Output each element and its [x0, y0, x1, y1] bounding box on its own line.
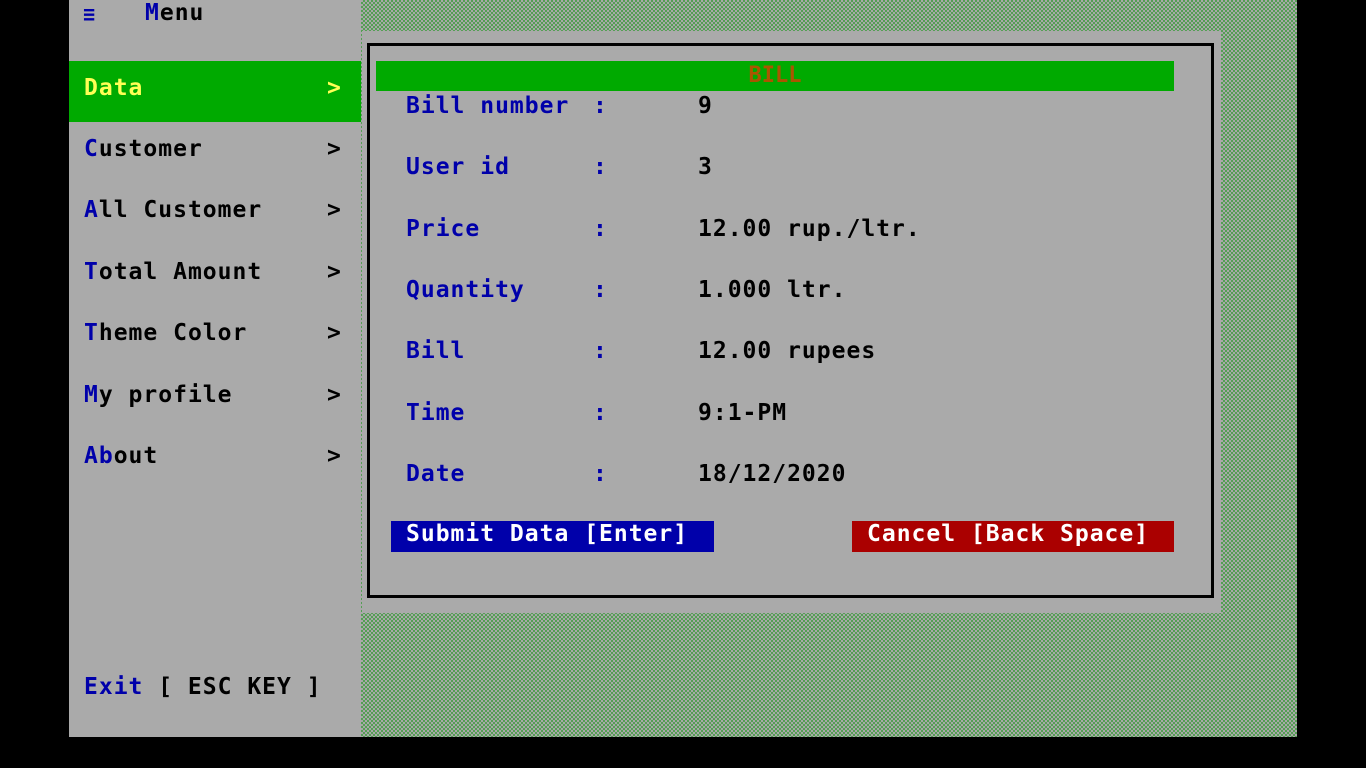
field-label-quantity: Quantity [406, 277, 525, 303]
cancel-label: Cancel [Back Space] [867, 521, 1150, 547]
field-separator: : [593, 154, 608, 180]
menu-title-hotkey: M [145, 0, 160, 26]
sidebar-item-label-rest: out [113, 443, 159, 469]
sidebar-item-hotkey: Ab [84, 443, 114, 469]
field-label-date: Date [406, 461, 466, 487]
field-label-user-id: User id [406, 154, 510, 180]
exit-key-hint: [ ESC KEY ] [143, 674, 322, 700]
sidebar-item-hotkey: A [84, 197, 99, 223]
menu-title: Menu [145, 0, 204, 26]
sidebar-item-about[interactable]: About > [69, 429, 361, 490]
sidebar-item-label: About [84, 443, 158, 469]
menu-title-rest: enu [159, 0, 205, 26]
sidebar-item-hotkey: T [84, 320, 99, 346]
field-value-bill-number: 9 [698, 93, 713, 119]
sidebar-item-hotkey: M [84, 382, 99, 408]
panel-title-bar: BILL [376, 61, 1174, 91]
sidebar-item-hotkey: D [84, 75, 99, 101]
field-separator: : [593, 461, 608, 487]
sidebar-item-label: Total Amount [84, 259, 262, 285]
field-separator: : [593, 93, 608, 119]
cancel-button[interactable]: Cancel [Back Space] [852, 521, 1174, 552]
exit-button[interactable]: Exit [ ESC KEY ] [84, 674, 322, 700]
chevron-right-icon: > [327, 136, 342, 162]
field-label-time: Time [406, 400, 466, 426]
sidebar-item-data[interactable]: Data > [69, 61, 361, 122]
submit-data-label: Submit Data [Enter] [406, 521, 689, 547]
sidebar-item-customer[interactable]: Customer > [69, 122, 361, 183]
sidebar-item-label: Data [84, 75, 143, 101]
chevron-right-icon: > [327, 382, 342, 408]
field-label-price: Price [406, 216, 481, 242]
field-value-time: 9:1-PM [698, 400, 788, 426]
sidebar-item-label-rest: ustomer [98, 136, 203, 162]
submit-data-button[interactable]: Submit Data [Enter] [391, 521, 714, 552]
sidebar-item-hotkey: C [84, 136, 99, 162]
chevron-right-icon: > [327, 443, 342, 469]
menu-header[interactable]: ≡ Menu [69, 0, 361, 30]
field-separator: : [593, 277, 608, 303]
field-separator: : [593, 216, 608, 242]
sidebar-item-label-rest: ll Customer [98, 197, 263, 223]
field-value-price: 12.00 rup./ltr. [698, 216, 921, 242]
sidebar-item-all-customer[interactable]: All Customer > [69, 183, 361, 244]
field-separator: : [593, 338, 608, 364]
sidebar-item-hotkey: T [84, 259, 99, 285]
exit-hotkey: Exit [84, 674, 144, 700]
sidebar-item-my-profile[interactable]: My profile > [69, 368, 361, 429]
field-label-bill-number: Bill number [406, 93, 570, 119]
chevron-right-icon: > [327, 320, 342, 346]
sidebar-item-theme-color[interactable]: Theme Color > [69, 306, 361, 367]
field-value-quantity: 1.000 ltr. [698, 277, 847, 303]
chevron-right-icon: > [327, 197, 342, 223]
sidebar: ≡ Menu Data > Customer > All Customer > … [69, 0, 361, 737]
sidebar-item-label: My profile [84, 382, 232, 408]
field-value-user-id: 3 [698, 154, 713, 180]
app-screen: ≡ Menu Data > Customer > All Customer > … [69, 0, 1297, 737]
sidebar-item-total-amount[interactable]: Total Amount > [69, 245, 361, 306]
sidebar-item-label: Theme Color [84, 320, 247, 346]
sidebar-item-label-rest: heme Color [98, 320, 248, 346]
field-separator: : [593, 400, 608, 426]
sidebar-item-label-rest: y profile [98, 382, 233, 408]
panel-frame [367, 43, 1214, 598]
panel-title: BILL [748, 63, 802, 88]
bill-panel: BILL Bill number : 9 User id : 3 Price :… [362, 31, 1221, 613]
field-value-bill: 12.00 rupees [698, 338, 877, 364]
sidebar-item-label-rest: ata [98, 75, 144, 101]
chevron-right-icon: > [327, 259, 342, 285]
sidebar-item-label: Customer [84, 136, 203, 162]
sidebar-item-label-rest: otal Amount [98, 259, 263, 285]
chevron-right-icon: > [327, 75, 342, 101]
field-value-date: 18/12/2020 [698, 461, 847, 487]
sidebar-item-label: All Customer [84, 197, 262, 223]
hamburger-menu-icon[interactable]: ≡ [83, 2, 96, 26]
field-label-bill: Bill [406, 338, 466, 364]
